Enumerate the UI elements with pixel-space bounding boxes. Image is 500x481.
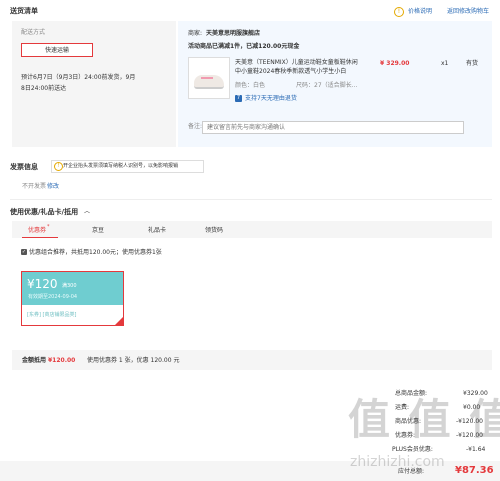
coupon-summary-label: 金额抵用 xyxy=(22,357,47,364)
watermark: 值 值 值 xyxy=(348,395,500,444)
invoice-title: 发票信息 xyxy=(10,163,38,171)
price-help-link[interactable]: 价格说明 xyxy=(408,8,432,16)
pay-total-value: ¥87.36 xyxy=(455,465,494,476)
recommend-checkbox[interactable]: ✓ xyxy=(21,249,27,255)
watermark-site: zhizhizhi.com xyxy=(350,454,445,470)
product-size: 27（适合脚长... xyxy=(314,82,358,89)
shop-promo: 活动商品已满减1件，已减120.00元现金 xyxy=(188,43,300,50)
info-icon: ! xyxy=(54,162,63,171)
coupon-condition: 满300 xyxy=(62,283,77,289)
tab-coupon[interactable]: 优惠券 xyxy=(28,227,46,235)
color-label: 颜色： xyxy=(235,82,254,89)
shop-name[interactable]: 天美意思明服旗舰店 xyxy=(206,30,260,38)
coupon-recommend: 优惠组合推荐，共抵用120.00元；使用优惠券1张 xyxy=(29,249,162,256)
info-icon: ! xyxy=(394,7,404,17)
invoice-notice: 开企业抬头发票须填写纳税人识别号，以免影响报销 xyxy=(63,163,179,169)
delivery-estimate: 预计6月7日（9月3日）24:00前发货，9月8日24:00前送达 xyxy=(21,74,136,92)
tab-coupon-marker: * xyxy=(47,224,50,230)
product-stock: 有货 xyxy=(466,60,479,67)
size-label: 尺码： xyxy=(296,82,315,89)
return-icon: 7 xyxy=(235,95,242,102)
coupon-summary-bar xyxy=(12,350,492,370)
invoice-edit-link[interactable]: 修改 xyxy=(47,183,59,191)
invoice-status: 不开发票 xyxy=(22,183,47,190)
tab-jingdou[interactable]: 京豆 xyxy=(92,227,104,235)
coupon-expire: 有效期至2024-09-04 xyxy=(28,294,78,300)
product-image[interactable] xyxy=(188,57,230,99)
tab-coupon-active-line xyxy=(22,237,58,238)
coupon-summary-amount: ¥120.00 xyxy=(48,357,76,364)
product-color: 白色 xyxy=(253,82,266,89)
remark-label: 备注: xyxy=(188,123,203,130)
chevron-up-icon[interactable]: ︿ xyxy=(84,208,90,216)
return-policy: 支持7天无理由退货 xyxy=(245,95,297,102)
coupon-summary-detail: 使用优惠券 1 张，优惠 120.00 元 xyxy=(87,357,180,364)
delivery-label: 配送方式 xyxy=(21,29,46,36)
product-qty: x1 xyxy=(441,60,449,67)
tab-giftcard[interactable]: 礼品卡 xyxy=(148,227,166,235)
coupon-amount: ¥120 xyxy=(27,277,58,291)
shop-label: 商家: xyxy=(188,30,203,37)
remark-input[interactable] xyxy=(202,121,464,134)
tab-pickup-code[interactable]: 领货码 xyxy=(205,227,223,235)
delivery-method-button[interactable]: 快速运输 xyxy=(21,43,93,57)
page-title: 送货清单 xyxy=(10,7,38,15)
coupon-tabs-bar xyxy=(12,221,492,238)
plus-discount-label: PLUS会员优惠: xyxy=(392,446,433,453)
plus-discount-value: -¥1.64 xyxy=(466,446,486,453)
back-to-cart-link[interactable]: 返回修改购物车 xyxy=(447,8,489,16)
shoe-strap-icon xyxy=(201,77,213,79)
product-title[interactable]: 天美意（TEENMIX）儿童运动鞋女童板鞋休闲中小童鞋2024春秋季新款透气小学… xyxy=(235,58,360,76)
coupon-scope: [东券] [商店铺限品类] xyxy=(27,312,77,318)
product-price: ¥ 329.00 xyxy=(380,60,410,67)
coupon-section-title[interactable]: 使用优惠/礼品卡/抵用 xyxy=(10,208,78,217)
divider xyxy=(10,199,492,200)
